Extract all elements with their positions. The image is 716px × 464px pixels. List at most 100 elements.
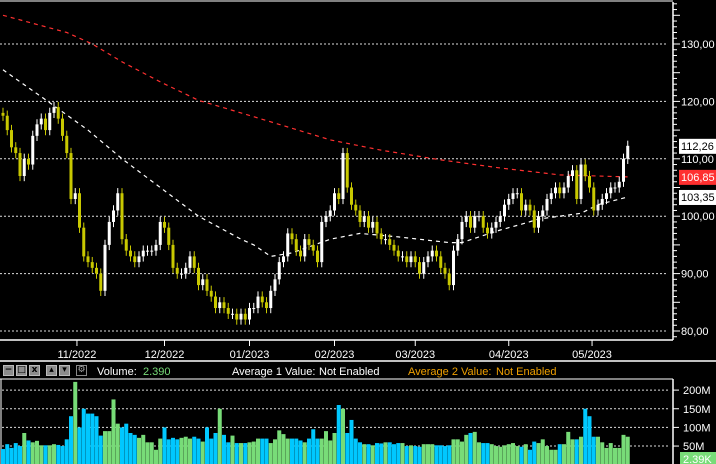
volume-bars: [1, 381, 630, 464]
volume-bar: [515, 446, 520, 464]
move-panel-down-button[interactable]: ▾: [59, 365, 70, 376]
candle-body: [617, 181, 621, 188]
candle-body: [299, 250, 302, 257]
candle-body: [290, 233, 294, 240]
candle-body: [350, 187, 353, 205]
candle-body: [583, 164, 587, 177]
candle-body: [566, 176, 570, 188]
volume-bar: [268, 443, 273, 464]
candle-body: [524, 204, 528, 211]
volume-bar: [532, 441, 537, 464]
candle-body: [452, 250, 455, 286]
candle-body: [10, 130, 13, 148]
volume-bar: [400, 443, 405, 464]
candle-body: [409, 256, 413, 263]
volume-bar: [362, 444, 367, 464]
volume-bar: [477, 442, 481, 464]
volume-bar: [239, 443, 243, 464]
volume-bar: [370, 445, 375, 464]
candle-body: [256, 296, 260, 309]
volume-bar: [421, 444, 426, 464]
maximize-panel-button[interactable]: □: [16, 365, 27, 376]
candle-body: [498, 216, 502, 222]
candle-body: [324, 216, 328, 222]
candle-body: [596, 204, 600, 211]
volume-bar: [205, 427, 209, 464]
candle-body: [426, 256, 430, 263]
minimize-panel-button[interactable]: −: [3, 365, 14, 376]
candle-body: [141, 250, 145, 257]
volume-bar: [511, 443, 515, 464]
candle-body: [133, 256, 137, 263]
candle-body: [48, 112, 52, 131]
close-icon: x: [31, 365, 38, 375]
candle-body: [439, 256, 443, 268]
volume-bar: [481, 443, 486, 464]
volume-bar: [464, 434, 469, 464]
candle-body: [286, 233, 290, 257]
volume-bar: [281, 434, 286, 464]
volume-bar: [336, 405, 341, 464]
candle-body: [371, 221, 375, 228]
volume-bar: [30, 442, 35, 464]
candle-body: [490, 227, 494, 234]
candle-body: [375, 221, 379, 234]
volume-bar: [60, 446, 65, 464]
volume-bar: [485, 443, 490, 464]
candle-body: [537, 216, 540, 228]
volume-bar: [417, 446, 422, 464]
candle-body: [358, 210, 362, 222]
volume-bar: [375, 443, 379, 464]
volume-bar: [22, 432, 27, 464]
volume-bar: [196, 438, 201, 464]
volume-tick-label: 150M: [683, 404, 711, 416]
volume-bar: [94, 416, 99, 464]
candle-body: [69, 153, 73, 199]
volume-bar: [430, 444, 435, 464]
volume-bar: [502, 445, 507, 464]
candle-body: [277, 262, 281, 280]
volume-bar: [171, 437, 175, 464]
volume-bar: [9, 447, 14, 464]
candle-body: [447, 273, 451, 286]
candle-body: [150, 250, 154, 252]
volume-bar: [307, 438, 311, 464]
candle-body: [175, 267, 179, 274]
candle-body: [609, 187, 613, 194]
time-axis-label: 12/2022: [145, 349, 185, 361]
volume-bar: [353, 438, 358, 464]
volume-bar: [145, 442, 150, 464]
volume-bar: [137, 437, 141, 464]
stock-chart[interactable]: 80,00 90,00 100,00 110,00 120,00 130,00 11/20…: [0, 0, 716, 464]
volume-bar: [230, 435, 235, 464]
panel-settings-button[interactable]: ⚙: [76, 365, 87, 376]
triangle-up-icon: ▴: [49, 365, 54, 375]
candle-body: [201, 279, 205, 286]
volume-bar: [149, 442, 154, 464]
price-tick-label: 80,00: [681, 326, 709, 338]
candle-body: [192, 256, 196, 268]
close-panel-button[interactable]: x: [29, 365, 40, 376]
volume-label: Volume:: [97, 366, 137, 378]
volume-bar: [438, 445, 443, 464]
volume-bar: [613, 447, 617, 464]
candle-body: [5, 115, 9, 131]
candle-body: [316, 250, 319, 263]
volume-bar: [426, 444, 430, 464]
volume-bar: [158, 438, 163, 464]
candle-body: [129, 250, 132, 257]
volume-bar: [162, 427, 167, 464]
move-panel-up-button[interactable]: ▴: [46, 365, 57, 376]
avg1-value: Not Enabled: [319, 366, 380, 378]
candle-body: [180, 273, 183, 275]
candle-body: [188, 256, 192, 268]
volume-bar: [409, 445, 413, 464]
volume-bar: [243, 443, 248, 464]
volume-bar: [179, 437, 184, 464]
volume-bar: [26, 440, 31, 464]
price-tick-label: 130,00: [681, 39, 715, 51]
avg1-label: Average 1 Value:: [232, 366, 315, 378]
volume-bar: [596, 436, 600, 464]
volume-bar: [587, 416, 592, 464]
volume-bar: [625, 436, 630, 464]
